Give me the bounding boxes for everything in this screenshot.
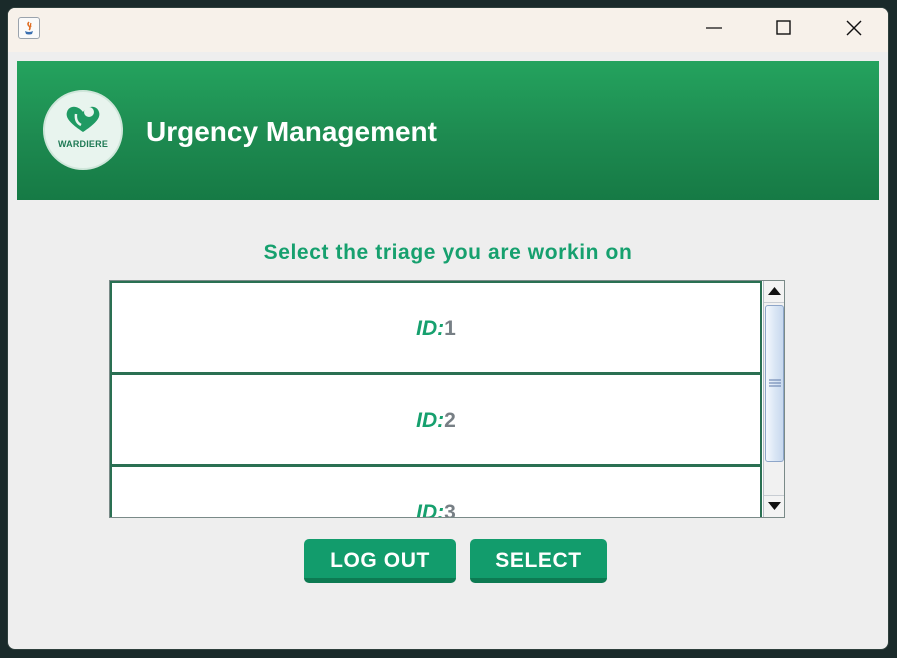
triage-prompt: Select the triage you are workin on	[263, 241, 633, 264]
triage-list-item[interactable]: ID:3	[110, 465, 762, 517]
triage-list-item[interactable]: ID:1	[110, 281, 762, 374]
java-icon[interactable]	[18, 17, 40, 39]
minimize-icon	[706, 27, 722, 29]
page-title: Urgency Management	[146, 116, 437, 147]
triage-list[interactable]: ID:1 ID:2 ID:3	[109, 280, 785, 518]
arrow-up-icon	[768, 287, 781, 295]
close-button[interactable]	[831, 8, 877, 48]
maximize-icon	[776, 20, 791, 35]
triage-item-id: 1	[444, 317, 456, 340]
app-window: WARDIERE Urgency Management Select the t…	[7, 7, 889, 650]
triage-item-text: ID:2	[112, 409, 760, 433]
triage-item-id: 3	[444, 501, 456, 517]
triage-item-key: ID:	[416, 317, 445, 340]
triage-item-key: ID:	[416, 409, 445, 432]
arrow-down-icon	[768, 502, 781, 510]
maximize-button[interactable]	[761, 8, 807, 48]
scroll-down-button[interactable]	[764, 495, 784, 517]
scroll-thumb[interactable]	[765, 305, 784, 462]
close-icon	[846, 20, 862, 36]
grip-icon	[769, 379, 781, 387]
wardiere-logo: WARDIERE	[43, 90, 123, 170]
scroll-up-button[interactable]	[764, 281, 784, 303]
triage-item-id: 2	[444, 409, 456, 432]
minimize-button[interactable]	[691, 8, 737, 48]
title-bar	[8, 8, 888, 52]
triage-item-text: ID:3	[112, 501, 760, 517]
select-button[interactable]: SELECT	[470, 539, 607, 583]
vertical-scrollbar[interactable]	[763, 281, 784, 517]
triage-list-viewport: ID:1 ID:2 ID:3	[110, 281, 762, 517]
logo-text: WARDIERE	[57, 139, 109, 149]
app-header: WARDIERE Urgency Management	[17, 61, 879, 200]
triage-item-key: ID:	[416, 501, 445, 517]
triage-list-item[interactable]: ID:2	[110, 373, 762, 466]
logout-button[interactable]: LOG OUT	[304, 539, 456, 583]
triage-item-text: ID:1	[112, 317, 760, 341]
heart-logo-icon	[66, 106, 100, 132]
